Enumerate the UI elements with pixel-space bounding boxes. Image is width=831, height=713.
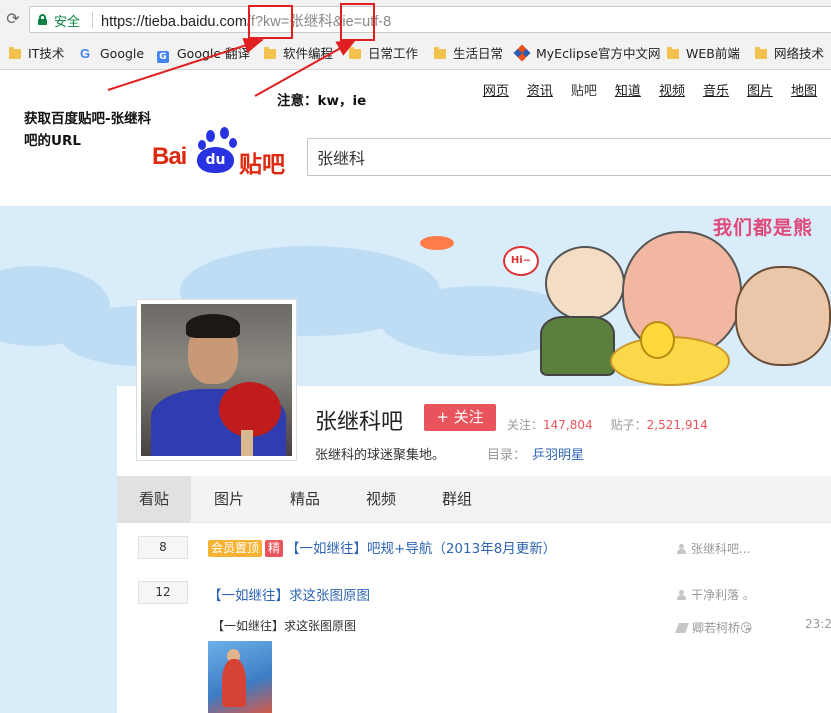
annotation-note-url-1: 获取百度贴吧-张继科 xyxy=(24,111,152,127)
annotation-arrow-url xyxy=(107,37,264,91)
annotation-note-params: 注意：kw，ie xyxy=(277,93,367,109)
annotation-note-url-2: 吧的URL xyxy=(24,133,81,149)
annotation-arrows xyxy=(107,37,357,97)
annotation-arrow-ie xyxy=(254,39,357,97)
